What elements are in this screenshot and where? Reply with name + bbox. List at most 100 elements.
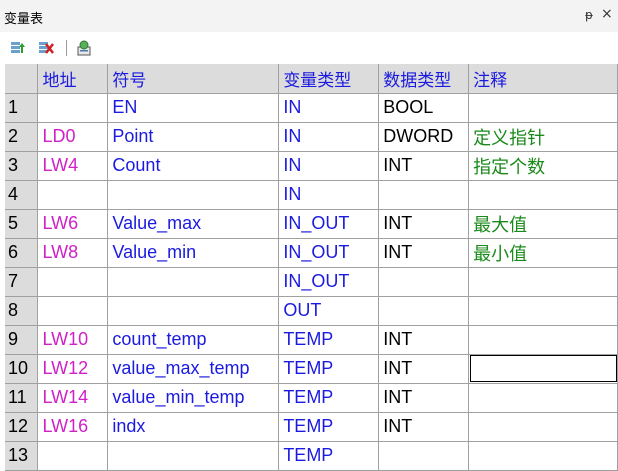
data-type-cell[interactable] <box>378 267 470 297</box>
header-data-type[interactable]: 数据类型 <box>378 64 470 94</box>
data-type-cell[interactable]: INT <box>378 325 470 355</box>
row-number: 3 <box>5 151 39 181</box>
variable-type-cell[interactable]: TEMP <box>278 354 380 384</box>
table-row[interactable]: 11 LW14 value_min_temp TEMP INT <box>5 383 618 413</box>
table-row[interactable]: 7 IN_OUT <box>5 267 618 297</box>
panel-title: 变量表 <box>4 12 44 27</box>
address-cell[interactable]: LW14 <box>37 383 109 413</box>
data-type-cell[interactable]: BOOL <box>378 93 470 123</box>
close-icon[interactable]: × <box>601 6 613 22</box>
variable-type-cell[interactable]: IN <box>278 93 380 123</box>
table-row[interactable]: 9 LW10 count_temp TEMP INT <box>5 325 618 355</box>
comment-cell[interactable] <box>468 412 618 442</box>
variable-type-cell[interactable]: IN <box>278 180 380 210</box>
symbol-cell[interactable]: EN <box>107 93 280 123</box>
table-row[interactable]: 10 LW12 value_max_temp TEMP INT <box>5 354 618 384</box>
comment-cell[interactable] <box>468 383 618 413</box>
table-row[interactable]: 5 LW6 Value_max IN_OUT INT 最大值 <box>5 209 618 239</box>
symbol-cell[interactable] <box>107 267 280 297</box>
comment-cell[interactable] <box>468 325 618 355</box>
comment-cell[interactable]: 定义指针 <box>468 122 618 152</box>
data-type-cell[interactable]: INT <box>378 238 470 268</box>
symbol-cell[interactable] <box>107 180 280 210</box>
address-cell[interactable] <box>37 180 109 210</box>
symbol-cell[interactable]: Value_min <box>107 238 280 268</box>
header-address[interactable]: 地址 <box>37 64 109 94</box>
address-cell[interactable] <box>37 296 109 326</box>
table-row[interactable]: 8 OUT <box>5 296 618 326</box>
symbol-cell[interactable]: value_min_temp <box>107 383 280 413</box>
variable-type-cell[interactable]: TEMP <box>278 325 380 355</box>
table-row[interactable]: 6 LW8 Value_min IN_OUT INT 最小值 <box>5 238 618 268</box>
row-number: 6 <box>5 238 39 268</box>
data-type-cell[interactable] <box>378 441 470 471</box>
comment-cell[interactable]: 最大值 <box>468 209 618 239</box>
comment-cell[interactable] <box>468 354 618 384</box>
variable-type-cell[interactable]: IN_OUT <box>278 238 380 268</box>
data-type-cell[interactable]: DWORD <box>378 122 470 152</box>
variable-type-cell[interactable]: IN_OUT <box>278 267 380 297</box>
symbol-cell[interactable] <box>107 296 280 326</box>
address-cell[interactable]: LW6 <box>37 209 109 239</box>
variable-type-cell[interactable]: IN <box>278 151 380 181</box>
data-type-cell[interactable]: INT <box>378 412 470 442</box>
address-cell[interactable] <box>37 93 109 123</box>
header-row-number <box>5 64 39 94</box>
header-comment[interactable]: 注释 <box>468 64 618 94</box>
table-row[interactable]: 4 IN <box>5 180 618 210</box>
table-row[interactable]: 13 TEMP <box>5 441 618 471</box>
delete-row-icon[interactable] <box>38 39 54 57</box>
comment-cell[interactable] <box>468 296 618 326</box>
data-type-cell[interactable] <box>378 296 470 326</box>
symbol-cell[interactable] <box>107 441 280 471</box>
variable-type-cell[interactable]: OUT <box>278 296 380 326</box>
data-type-cell[interactable]: INT <box>378 151 470 181</box>
header-symbol[interactable]: 符号 <box>107 64 280 94</box>
address-cell[interactable]: LW16 <box>37 412 109 442</box>
comment-cell[interactable] <box>468 93 618 123</box>
variable-type-cell[interactable]: TEMP <box>278 383 380 413</box>
data-type-cell[interactable]: INT <box>378 383 470 413</box>
header-variable-type[interactable]: 变量类型 <box>278 64 380 94</box>
row-number: 5 <box>5 209 39 239</box>
table-row[interactable]: 3 LW4 Count IN INT 指定个数 <box>5 151 618 181</box>
address-cell[interactable]: LW8 <box>37 238 109 268</box>
table-header-row: 地址 符号 变量类型 数据类型 注释 <box>5 64 618 94</box>
symbol-cell[interactable]: value_max_temp <box>107 354 280 384</box>
address-cell[interactable]: LW4 <box>37 151 109 181</box>
table-row[interactable]: 12 LW16 indx TEMP INT <box>5 412 618 442</box>
table-row[interactable]: 2 LD0 Point IN DWORD 定义指针 <box>5 122 618 152</box>
variable-type-cell[interactable]: IN <box>278 122 380 152</box>
comment-cell[interactable]: 最小值 <box>468 238 618 268</box>
symbol-cell[interactable]: Value_max <box>107 209 280 239</box>
variable-type-cell[interactable]: TEMP <box>278 441 380 471</box>
comment-cell[interactable] <box>468 267 618 297</box>
variable-type-cell[interactable]: IN_OUT <box>278 209 380 239</box>
address-cell[interactable] <box>37 441 109 471</box>
symbol-cell[interactable]: Point <box>107 122 280 152</box>
row-number: 10 <box>5 354 39 384</box>
symbol-cell[interactable]: Count <box>107 151 280 181</box>
address-cell[interactable] <box>37 267 109 297</box>
data-type-cell[interactable] <box>378 180 470 210</box>
address-cell[interactable]: LW10 <box>37 325 109 355</box>
variable-type-cell[interactable]: TEMP <box>278 412 380 442</box>
address-cell[interactable]: LW12 <box>37 354 109 384</box>
comment-cell[interactable] <box>468 180 618 210</box>
insert-row-icon[interactable] <box>10 39 26 57</box>
data-type-cell[interactable]: INT <box>378 209 470 239</box>
address-cell[interactable]: LD0 <box>37 122 109 152</box>
table-row[interactable]: 1 EN IN BOOL <box>5 93 618 123</box>
panel-titlebar: 变量表 ᵽ × <box>0 0 618 32</box>
comment-cell[interactable]: 指定个数 <box>468 151 618 181</box>
row-number: 12 <box>5 412 39 442</box>
toolbar <box>0 32 618 64</box>
pin-icon[interactable]: ᵽ <box>585 8 593 22</box>
symbol-cell[interactable]: indx <box>107 412 280 442</box>
comment-cell[interactable] <box>468 441 618 471</box>
row-number: 2 <box>5 122 39 152</box>
properties-icon[interactable] <box>76 39 92 57</box>
symbol-cell[interactable]: count_temp <box>107 325 280 355</box>
row-number: 4 <box>5 180 39 210</box>
data-type-cell[interactable]: INT <box>378 354 470 384</box>
